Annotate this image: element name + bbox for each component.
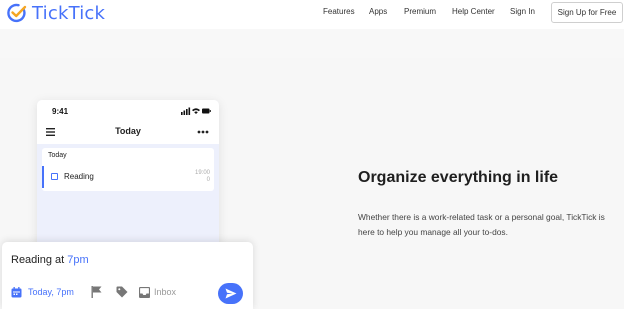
nav-link-features[interactable]: Features [323, 7, 355, 16]
nav-link-help-center[interactable]: Help Center [452, 7, 495, 16]
phone-status-bar: 9:41 [37, 100, 219, 122]
task-row[interactable]: Reading 19:00 0 [42, 166, 214, 188]
task-label: Reading [64, 172, 94, 181]
send-icon [225, 288, 236, 299]
quick-add-text: Reading at [11, 254, 68, 266]
logo[interactable]: TickTick [7, 2, 106, 24]
inbox-icon[interactable] [139, 287, 150, 298]
quick-add-date-label[interactable]: Today, 7pm [28, 287, 74, 297]
quick-add-input[interactable]: Reading at 7pm [11, 254, 89, 266]
sign-up-button[interactable]: Sign Up for Free [551, 2, 623, 23]
nav-link-premium[interactable]: Premium [404, 7, 436, 16]
phone-header-title: Today [115, 126, 141, 136]
nav-link-apps[interactable]: Apps [369, 7, 387, 16]
quick-add-date-highlight: 7pm [67, 254, 89, 266]
status-icons [181, 107, 211, 115]
status-time: 9:41 [52, 107, 69, 116]
send-button[interactable] [218, 283, 243, 304]
task-selected-indicator [42, 166, 44, 188]
more-options-icon[interactable] [197, 130, 209, 134]
logo-text: TickTick [32, 2, 106, 24]
navbar: TickTick Features Apps Premium Help Cent… [0, 0, 624, 29]
quick-add-toolbar: Today, 7pm Inbox [11, 286, 251, 302]
priority-flag-icon[interactable] [91, 286, 102, 298]
today-section-title: Today [48, 152, 67, 159]
nav-link-sign-in[interactable]: Sign In [510, 7, 535, 16]
phone-app-header: Today [37, 122, 219, 144]
task-checkbox[interactable] [51, 173, 58, 180]
quick-add-panel: Reading at 7pm Today, 7pm Inbox [2, 242, 253, 309]
calendar-icon[interactable] [11, 287, 22, 298]
hero-description: Whether there is a work-related task or … [358, 212, 605, 237]
ticktick-logo-icon [7, 3, 27, 23]
tag-icon[interactable] [116, 286, 128, 298]
hero-title: Organize everything in life [358, 169, 559, 186]
inbox-label[interactable]: Inbox [154, 287, 176, 297]
phone-mockup: 9:41 Today Today Reading 19:00 0 [37, 100, 219, 250]
today-card: Today Reading 19:00 0 [42, 148, 214, 191]
task-time: 19:00 0 [194, 170, 210, 183]
